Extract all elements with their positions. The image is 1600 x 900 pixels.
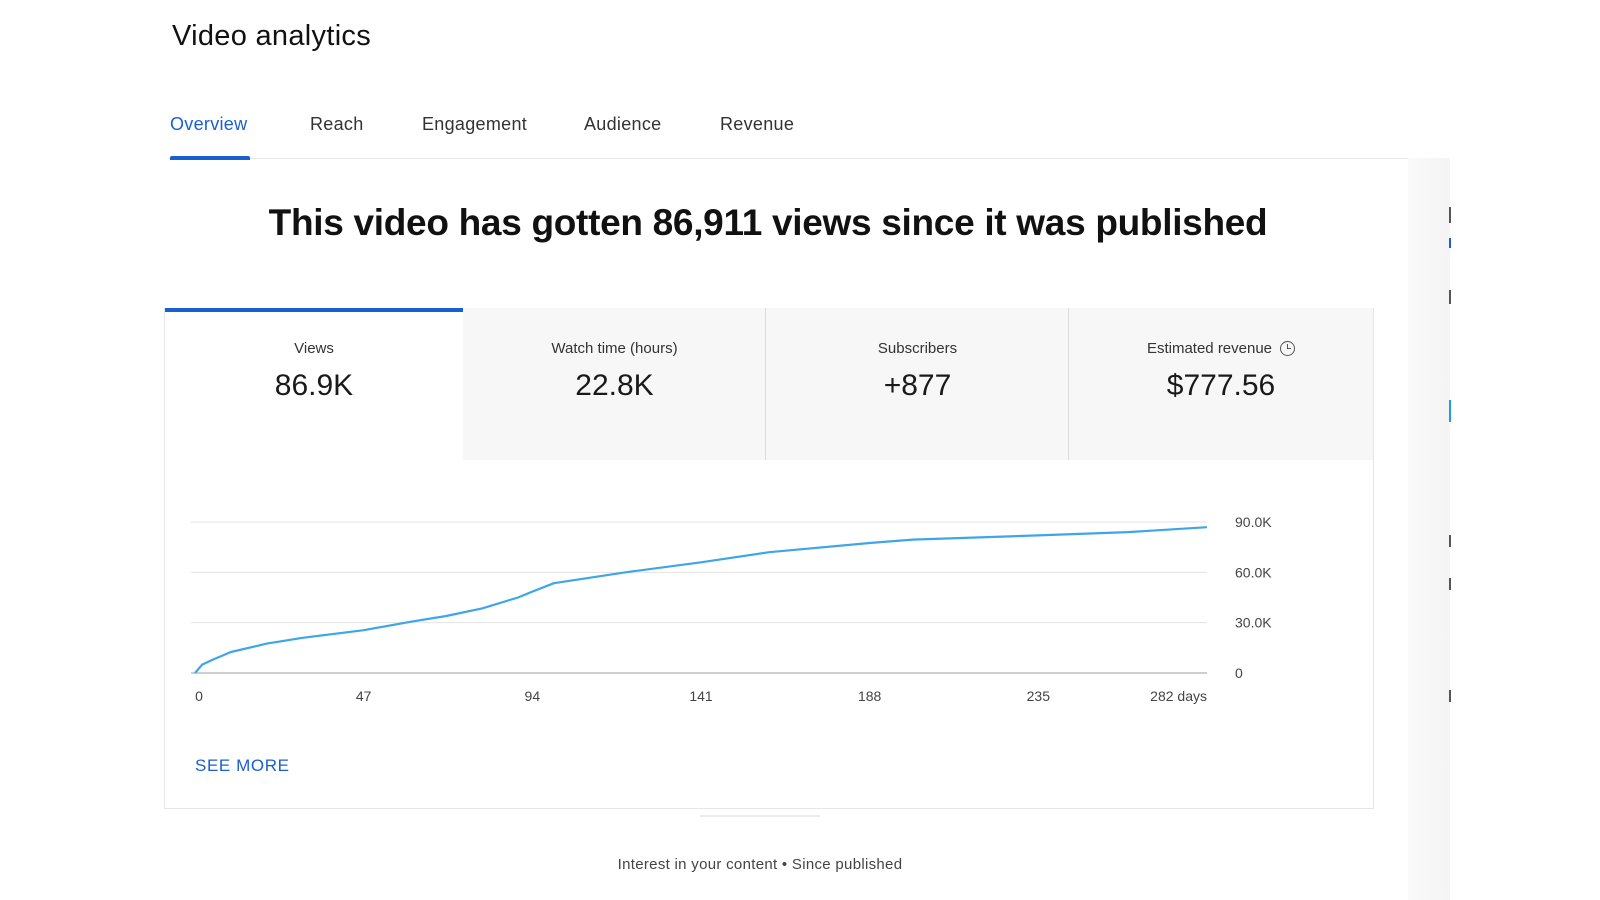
side-panel-mark	[1449, 690, 1451, 702]
tab-reach[interactable]: Reach	[310, 114, 364, 135]
y-tick-label: 90.0K	[1235, 514, 1272, 530]
side-panel-mark	[1449, 400, 1451, 422]
tab-audience[interactable]: Audience	[584, 114, 661, 135]
chart-gridlines	[191, 521, 1207, 674]
section-caption: Interest in your content • Since publish…	[617, 856, 903, 873]
y-tick-label: 0	[1235, 665, 1243, 681]
active-tab-indicator	[170, 156, 250, 160]
views-headline: This video has gotten 86,911 views since…	[268, 202, 1268, 243]
metrics-card: Views 86.9K Watch time (hours) 22.8K Sub…	[164, 308, 1374, 809]
x-tick-label: 0	[195, 688, 203, 704]
y-tick-label: 30.0K	[1235, 615, 1272, 631]
chart-x-ticks: 0 47 94 141 188 235 282 days	[195, 688, 1207, 704]
x-tick-label: 141	[689, 688, 713, 704]
x-tick-label: 235	[1027, 688, 1051, 704]
side-panel-edge	[1408, 158, 1450, 900]
page-title: Video analytics	[172, 20, 372, 52]
x-tick-label: 94	[525, 688, 541, 704]
x-tick-label: 188	[858, 688, 882, 704]
tab-revenue[interactable]: Revenue	[720, 114, 794, 135]
chart-y-ticks: 0 30.0K 60.0K 90.0K	[1235, 514, 1272, 681]
tab-bar: Overview Reach Engagement Audience Reven…	[168, 110, 1450, 160]
section-divider	[700, 815, 820, 817]
views-line-chart: 0 47 94 141 188 235 282 days 0 30.0K 60.0K 90.0K	[191, 514, 1272, 704]
views-series-line	[194, 526, 1208, 674]
side-panel-mark	[1449, 290, 1451, 304]
y-tick-label: 60.0K	[1235, 564, 1272, 580]
see-more-button[interactable]: SEE MORE	[195, 756, 290, 776]
side-panel-mark	[1449, 238, 1451, 248]
x-tick-label: 282 days	[1150, 688, 1207, 704]
side-panel-mark	[1449, 578, 1451, 590]
side-panel-mark	[1449, 535, 1451, 547]
tab-overview-label: Overview	[170, 114, 248, 134]
tab-overview[interactable]: Overview	[170, 114, 250, 160]
x-tick-label: 47	[356, 688, 372, 704]
tab-engagement[interactable]: Engagement	[422, 114, 527, 135]
side-panel-mark	[1449, 207, 1451, 223]
